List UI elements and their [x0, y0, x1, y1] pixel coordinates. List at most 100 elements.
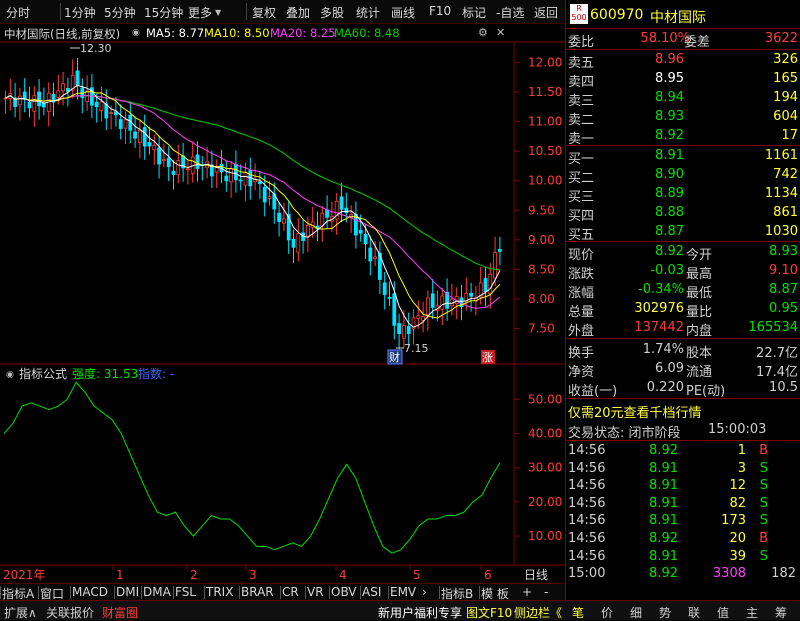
zoom-in-icon[interactable]: +: [522, 585, 532, 599]
panel-tab[interactable]: 筹: [775, 604, 787, 621]
candle-body: [171, 170, 176, 175]
ask-row[interactable]: 卖三 8.94 194: [566, 89, 800, 109]
tab-dma[interactable]: DMA: [143, 585, 171, 599]
tab-obv[interactable]: OBV: [331, 585, 357, 599]
tick-row[interactable]: 14:56 8.91 173 S: [566, 512, 800, 530]
tick-row[interactable]: 14:56 8.91 12 S: [566, 477, 800, 495]
tick-time: 14:56: [568, 548, 606, 564]
status-mid-item[interactable]: 新用户福利专享: [378, 604, 462, 621]
fin-row[interactable]: 收益(一) 0.220 PE(动) 10.5: [566, 379, 800, 399]
tick-row[interactable]: 14:56 8.92 1 B: [566, 442, 800, 460]
tick-direction: B: [759, 531, 768, 546]
tick-row[interactable]: 14:56 8.91 3 S: [566, 460, 800, 478]
candle-body: [406, 325, 411, 334]
ask-row[interactable]: 卖五 8.96 326: [566, 51, 800, 71]
chevron-right-icon[interactable]: ›: [422, 585, 427, 599]
tab-dmi[interactable]: DMI: [116, 585, 139, 599]
bid-label: 买四: [568, 209, 595, 224]
stat-row[interactable]: 外盘 137442 内盘 165534: [566, 319, 800, 339]
bid-price: 8.89: [655, 186, 684, 201]
tick-row[interactable]: 14:56 8.92 20 B: [566, 530, 800, 548]
ask-label: 卖二: [568, 113, 595, 128]
tick-price: 8.92: [649, 443, 678, 458]
price-tick-label: 9.00: [528, 233, 555, 247]
stat-label: 涨跌: [568, 267, 595, 282]
ask-row[interactable]: 卖二 8.93 604: [566, 108, 800, 128]
zoom-out-icon[interactable]: -: [544, 585, 548, 599]
status-mid-item[interactable]: 图文F10: [466, 604, 512, 621]
candle-body: [401, 325, 406, 339]
panel-tab[interactable]: 联: [688, 604, 700, 621]
stat-value: 9.10: [769, 263, 798, 278]
bid-label: 买三: [568, 190, 595, 205]
candle-body: [224, 175, 229, 182]
stat-label: 最低: [686, 286, 713, 301]
fin-label: 股本: [686, 346, 713, 361]
bid-price: 8.87: [655, 224, 684, 239]
candle-body: [56, 90, 61, 98]
indicator-dropdown-icon[interactable]: ◉: [6, 370, 14, 380]
bid-row[interactable]: 买四 8.88 861: [566, 204, 800, 224]
bid-row[interactable]: 买三 8.89 1134: [566, 185, 800, 205]
fin-row[interactable]: 换手 1.74% 股本 22.7亿: [566, 341, 800, 361]
tick-row[interactable]: 14:56 8.91 39 S: [566, 548, 800, 566]
tick-price: 8.92: [649, 531, 678, 546]
panel-tab[interactable]: 笔: [572, 604, 584, 621]
price-tick-label: 7.50: [528, 321, 555, 335]
ma5-line: [5, 84, 501, 328]
panel-tab[interactable]: 主: [746, 604, 758, 621]
candle-body: [262, 186, 267, 203]
tab-asi[interactable]: ASI: [362, 585, 381, 599]
tab-vr[interactable]: VR: [307, 585, 324, 599]
ask-volume: 326: [773, 52, 798, 67]
bid-row[interactable]: 买一 8.91 1161: [566, 147, 800, 167]
stat-row[interactable]: 涨跌 -0.03 最高 9.10: [566, 262, 800, 282]
quote-panel: R 500 600970 中材国际 委比 58.10% 委差 3622 卖五 8.9…: [565, 0, 800, 600]
month-label: 3: [249, 568, 257, 582]
tick-direction: S: [759, 460, 768, 476]
ask-row[interactable]: 卖一 8.92 17: [566, 127, 800, 147]
stat-label: 最高: [686, 267, 713, 282]
tick-time: 14:56: [568, 460, 606, 476]
tab-trix[interactable]: TRIX: [206, 585, 233, 599]
bid-row[interactable]: 买二 8.90 742: [566, 166, 800, 186]
stat-row[interactable]: 总量 302976 量比 0.95: [566, 300, 800, 320]
panel-tab[interactable]: 细: [630, 604, 642, 621]
status-left-item[interactable]: 财富圈: [102, 604, 138, 621]
fin-row[interactable]: 净资 6.09 流通 17.4亿: [566, 360, 800, 380]
tick-direction: 182: [771, 566, 796, 582]
candle-body: [358, 229, 363, 234]
candle-body: [75, 70, 80, 87]
month-label: 2: [190, 568, 198, 582]
candle-body: [493, 252, 498, 279]
stat-row[interactable]: 涨幅 -0.34% 最低 8.87: [566, 281, 800, 301]
price-tick-label: 9.50: [528, 203, 555, 217]
tab-emv[interactable]: EMV: [390, 585, 416, 599]
promo-link[interactable]: 仅需20元查看千档行情: [566, 401, 800, 421]
tab-macd[interactable]: MACD: [72, 585, 108, 599]
stat-value: -0.34%: [638, 282, 684, 297]
candle-body: [339, 196, 344, 210]
tab-brar[interactable]: BRAR: [241, 585, 274, 599]
bid-volume: 1030: [764, 224, 798, 239]
stock-name: 中材国际: [650, 10, 706, 26]
status-left-item[interactable]: 关联报价: [46, 604, 94, 621]
stat-value: 8.87: [769, 282, 798, 297]
candle-body: [387, 297, 392, 299]
chart-area[interactable]: 12.00 11.50 11.00 10.50 10.00 9.50 9.00 8.50 8.0…: [0, 0, 565, 583]
candle-body: [497, 249, 502, 252]
tab-fsl[interactable]: FSL: [175, 585, 196, 599]
stat-row[interactable]: 现价 8.92 今开 8.93: [566, 243, 800, 263]
panel-tab[interactable]: 价: [601, 604, 613, 621]
status-left-item[interactable]: 扩展∧: [4, 604, 37, 621]
status-mid-item[interactable]: 侧边栏《: [514, 604, 562, 621]
tick-row[interactable]: 15:00 8.92 3308 182: [566, 565, 800, 583]
tab-cr[interactable]: CR: [282, 585, 299, 599]
panel-tab[interactable]: 值: [717, 604, 729, 621]
panel-tab[interactable]: 势: [659, 604, 671, 621]
ask-label: 卖五: [568, 56, 595, 71]
bid-row[interactable]: 买五 8.87 1030: [566, 223, 800, 243]
tick-price: 8.91: [649, 460, 678, 476]
tick-row[interactable]: 14:56 8.91 82 S: [566, 495, 800, 513]
ask-row[interactable]: 卖四 8.95 165: [566, 70, 800, 90]
